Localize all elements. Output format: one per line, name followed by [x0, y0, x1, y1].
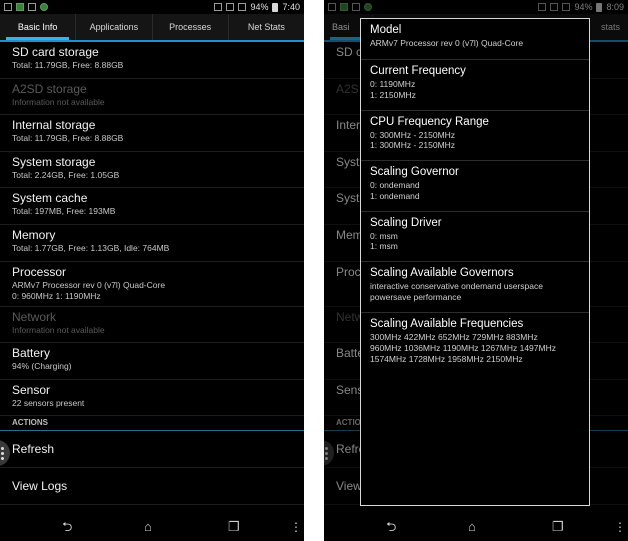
overflow-menu-icon[interactable]: ⋮ — [290, 519, 302, 535]
item-value: 300MHz 422MHz 652MHz 729MHz 883MHz — [370, 331, 538, 342]
item-value: 0: ondemand — [370, 180, 420, 190]
section-header-actions: ACTIONS — [0, 416, 304, 432]
recent-apps-icon[interactable]: ❐ — [228, 519, 240, 535]
nfc-icon — [214, 3, 223, 11]
item-value: 1574MHz 1728MHz 1958MHz 2150MHz — [370, 353, 523, 364]
item-title: Sensor — [12, 382, 51, 397]
item-title: System storage — [12, 154, 96, 169]
tab-bar: Basic Info Applications Processes Net St… — [0, 14, 304, 42]
dialog-item-scaling-available-frequencies: Scaling Available Frequencies 300MHz 422… — [361, 313, 589, 365]
info-list: SD card storage Total: 11.79GB, Free: 8.… — [0, 42, 304, 506]
item-title: Current Frequency — [370, 65, 466, 77]
dialog-item-scaling-governor: Scaling Governor 0: ondemand 1: ondemand — [361, 161, 589, 212]
view-logs-action[interactable]: View Logs — [0, 468, 304, 506]
back-icon[interactable]: ⮌ — [62, 519, 72, 535]
status-bar: 94% 7:40 — [0, 0, 304, 14]
tab-basic-info[interactable]: Basic Info — [0, 14, 77, 40]
list-item-system-cache[interactable]: System cache Total: 197MB, Free: 193MB — [0, 188, 304, 225]
item-title: System cache — [12, 191, 88, 206]
list-item-system-storage[interactable]: System storage Total: 2.24GB, Free: 1.05… — [0, 152, 304, 189]
list-item-network: Network Information not available — [0, 307, 304, 344]
signal-icon — [238, 3, 247, 11]
item-value: 1: ondemand — [370, 190, 420, 201]
item-title: Scaling Available Governors — [370, 267, 514, 279]
clock: 7:40 — [282, 2, 300, 12]
tab-applications[interactable]: Applications — [76, 14, 153, 40]
item-subtitle: Total: 11.79GB, Free: 8.88GB — [12, 133, 124, 144]
overflow-menu-icon[interactable]: ⋮ — [614, 519, 626, 535]
item-value: ARMv7 Processor rev 0 (v7l) Quad-Core — [370, 38, 524, 48]
gallery-icon — [28, 3, 36, 11]
item-title: Scaling Available Frequencies — [370, 317, 524, 330]
phone-screen-processor-dialog: 94% 8:09 Basi stats SD c A2S Inter Syst … — [324, 0, 628, 541]
item-title: Memory — [12, 227, 56, 242]
home-icon[interactable]: ⌂ — [144, 519, 152, 535]
notification-icon — [4, 3, 12, 11]
home-icon[interactable]: ⌂ — [468, 519, 476, 535]
item-subtitle: Information not available — [12, 324, 105, 335]
item-subtitle: Total: 11.79GB, Free: 8.88GB — [12, 60, 124, 70]
item-subtitle: ARMv7 Processor rev 0 (v7l) Quad-Core — [12, 279, 166, 290]
dialog-item-current-frequency: Current Frequency 0: 1190MHz 1: 2150MHz — [361, 60, 589, 111]
battery-percent: 94% — [250, 2, 269, 12]
item-title: Processor — [12, 264, 67, 279]
item-title: Internal storage — [12, 118, 96, 133]
item-value: 0: 1190MHz — [370, 79, 416, 89]
item-subtitle: Total: 1.77GB, Free: 1.13GB, Idle: 764MB — [12, 242, 170, 253]
item-title: Battery — [12, 346, 51, 361]
dialog-item-scaling-available-governors: Scaling Available Governors interactive … — [361, 262, 589, 313]
processor-details-dialog: Model ARMv7 Processor rev 0 (v7l) Quad-C… — [360, 18, 590, 506]
list-item-battery[interactable]: Battery 94% (Charging) — [0, 343, 304, 380]
list-item-sensor[interactable]: Sensor 22 sensors present — [0, 380, 304, 417]
dialog-item-scaling-driver: Scaling Driver 0: msm 1: msm — [361, 212, 589, 262]
list-item-internal-storage[interactable]: Internal storage Total: 11.79GB, Free: 8… — [0, 115, 304, 152]
item-value: 1: 300MHz - 2150MHz — [370, 140, 456, 150]
android-icon — [40, 3, 48, 11]
list-item-a2sd-storage: A2SD storage Information not available — [0, 79, 304, 116]
dialog-item-cpu-frequency-range: CPU Frequency Range 0: 300MHz - 2150MHz … — [361, 111, 589, 161]
navigation-bar: ⮌ ⌂ ❐ ⋮ — [324, 513, 628, 541]
item-subtitle: Total: 197MB, Free: 193MB — [12, 206, 116, 217]
item-value: 960MHz 1036MHz 1190MHz 1267MHz 1497MHz — [370, 342, 556, 353]
dialog-item-model: Model ARMv7 Processor rev 0 (v7l) Quad-C… — [361, 19, 589, 60]
item-subtitle-frequencies: 0: 960MHz 1: 1190MHz — [12, 290, 101, 301]
refresh-action[interactable]: Refresh — [0, 431, 304, 469]
item-subtitle: 22 sensors present — [12, 397, 85, 408]
item-title: Scaling Governor — [370, 166, 459, 178]
item-value: 1: 2150MHz — [370, 89, 416, 100]
vibrate-icon — [226, 3, 235, 11]
item-title: Network — [12, 309, 57, 324]
item-title: Scaling Driver — [370, 216, 442, 229]
item-subtitle: 94% (Charging) — [12, 361, 72, 372]
item-value: 0: msm — [370, 230, 398, 241]
item-title: A2SD storage — [12, 81, 87, 96]
item-value: powersave performance — [370, 291, 462, 302]
item-subtitle: Total: 2.24GB, Free: 1.05GB — [12, 169, 120, 180]
item-title: CPU Frequency Range — [370, 115, 489, 128]
navigation-bar: ⮌ ⌂ ❐ ⋮ — [0, 513, 304, 541]
item-subtitle: Information not available — [12, 96, 105, 107]
list-item-processor[interactable]: Processor ARMv7 Processor rev 0 (v7l) Qu… — [0, 262, 304, 307]
list-item-sd-card-storage[interactable]: SD card storage Total: 11.79GB, Free: 8.… — [0, 42, 304, 79]
phone-screen-basic-info: 94% 7:40 Basic Info Applications Process… — [0, 0, 304, 541]
battery-icon — [272, 2, 279, 12]
list-item-memory[interactable]: Memory Total: 1.77GB, Free: 1.13GB, Idle… — [0, 225, 304, 262]
recent-apps-icon[interactable]: ❐ — [552, 519, 564, 535]
item-value: interactive conservative ondemand usersp… — [370, 281, 543, 291]
item-title: SD card storage — [12, 45, 99, 59]
item-title: Model — [370, 24, 402, 36]
item-value: 1: msm — [370, 241, 398, 251]
item-value: 0: 300MHz - 2150MHz — [370, 129, 456, 140]
tab-net-stats[interactable]: Net Stats — [229, 14, 304, 40]
app-notification-icon — [16, 3, 24, 11]
tab-processes[interactable]: Processes — [153, 14, 229, 40]
back-icon[interactable]: ⮌ — [386, 519, 396, 535]
